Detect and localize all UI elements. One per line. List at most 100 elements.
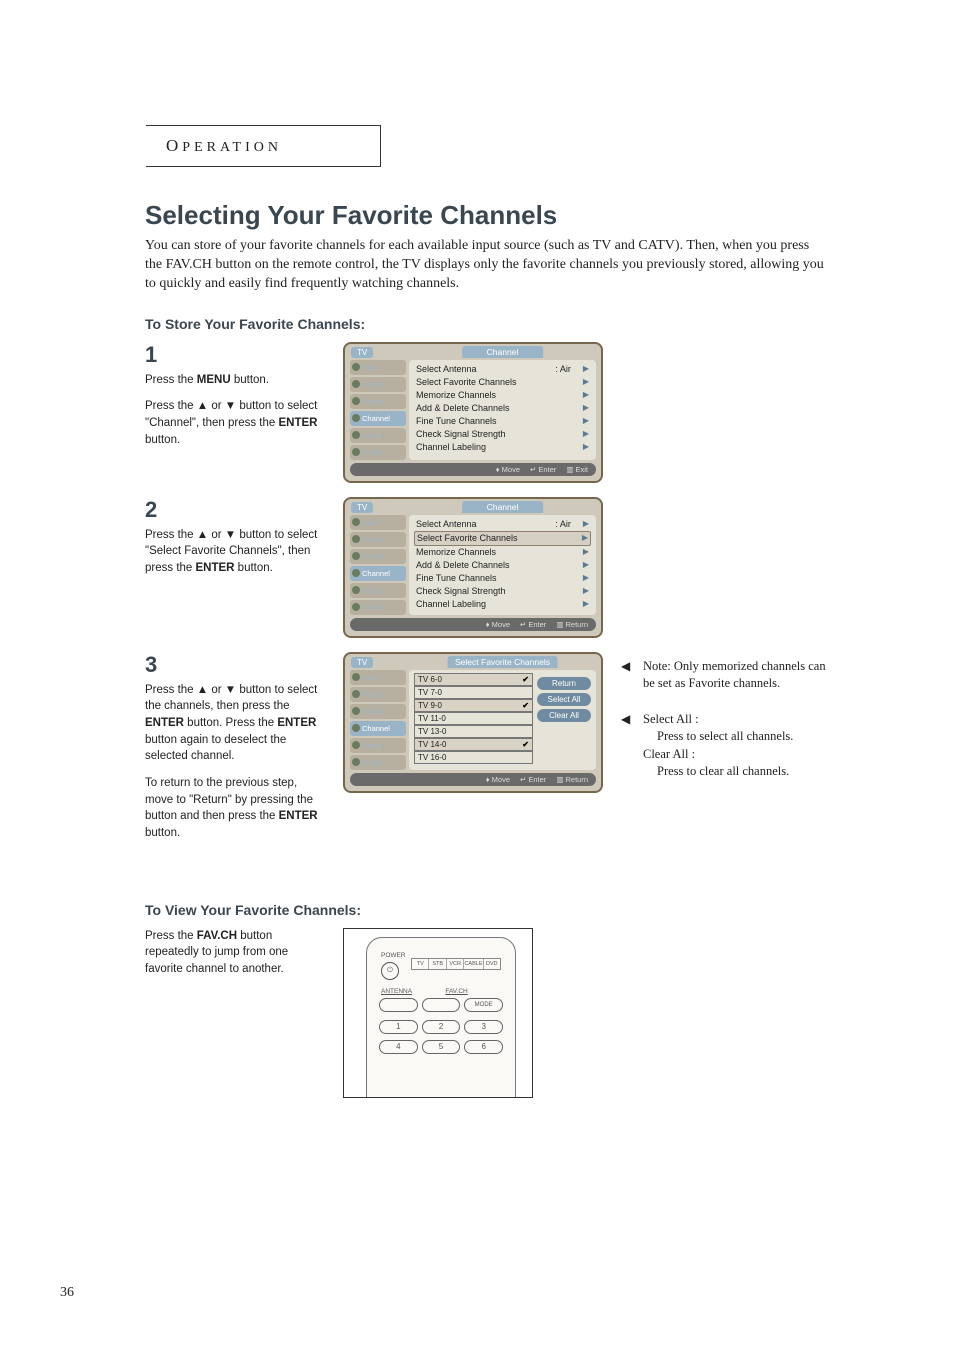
- osd-side-item-sound[interactable]: Sound: [350, 394, 406, 409]
- favorite-list: TV 6-0✔TV 7-0TV 9-0✔TV 11-0 TV 13-0 TV 14-…: [414, 673, 533, 764]
- favorite-channel-item[interactable]: TV 7-0: [414, 686, 533, 699]
- favorite-channel-item[interactable]: TV 11-0: [414, 712, 533, 725]
- osd-menu-item[interactable]: Select Antenna: Air▶: [414, 363, 591, 376]
- check-icon: ✔: [522, 740, 529, 749]
- favorite-channel-item[interactable]: TV 16-0: [414, 751, 533, 764]
- number-2-button[interactable]: 2: [422, 1020, 461, 1034]
- text: Press the: [145, 374, 197, 386]
- mode-button[interactable]: MODE: [464, 998, 503, 1012]
- mode-vcr[interactable]: VCR: [447, 959, 464, 969]
- osd-side-item-channel[interactable]: Channel: [350, 566, 406, 581]
- osd-menu-item[interactable]: Add & Delete Channels▶: [414, 559, 591, 572]
- osd-sidebar: Input Picture Sound Channel Setup Guide: [350, 360, 406, 460]
- osd-side-item-channel[interactable]: Channel: [350, 721, 406, 736]
- favorite-channel-item[interactable]: TV 9-0✔: [414, 699, 533, 712]
- osd-side-item-guide[interactable]: Guide: [350, 445, 406, 460]
- label: Guide: [362, 758, 382, 767]
- label: Channel Labeling: [416, 599, 486, 609]
- select-all-button[interactable]: Select All: [537, 693, 591, 706]
- number-1-button[interactable]: 1: [379, 1020, 418, 1034]
- favorite-buttons: Return Select All Clear All: [537, 673, 591, 764]
- mode-dvd[interactable]: DVD: [484, 959, 500, 969]
- menu-icon: [352, 758, 360, 766]
- number-5-button[interactable]: 5: [422, 1040, 461, 1054]
- osd-menu-item[interactable]: Add & Delete Channels▶: [414, 402, 591, 415]
- label: Select Favorite Channels: [416, 377, 517, 387]
- osd-side-item-input[interactable]: Input: [350, 515, 406, 530]
- check-icon: ✔: [522, 675, 529, 684]
- osd-tv-tab: TV: [351, 657, 373, 668]
- menu-icon: [352, 518, 360, 526]
- mode-cable[interactable]: CABLE: [464, 959, 483, 969]
- chevron-right-icon: ▶: [583, 403, 589, 413]
- osd-side-item-setup[interactable]: Setup: [350, 738, 406, 753]
- osd-side-item-channel[interactable]: Channel: [350, 411, 406, 426]
- chevron-right-icon: ▶: [583, 377, 589, 387]
- osd-tv-tab: TV: [351, 347, 373, 358]
- osd-menu-item[interactable]: Select Antenna: Air▶: [414, 518, 591, 531]
- osd-menu-item[interactable]: Check Signal Strength▶: [414, 428, 591, 441]
- step-3: 3 Press the ▲ or ▼ button to select the …: [145, 652, 884, 842]
- subhead-view: To View Your Favorite Channels:: [145, 902, 884, 918]
- osd-side-item-sound[interactable]: Sound: [350, 704, 406, 719]
- antenna-label: ANTENNA: [381, 988, 412, 995]
- mode-strip: TVSTBVCRCABLEDVD: [411, 958, 501, 970]
- power-button[interactable]: ⏻: [381, 962, 399, 980]
- osd-menu-item[interactable]: Check Signal Strength▶: [414, 585, 591, 598]
- return-button[interactable]: Return: [537, 677, 591, 690]
- text-bold: ENTER: [277, 717, 316, 729]
- pointer-icon: ◀: [621, 711, 635, 781]
- label: Picture: [362, 690, 385, 699]
- antenna-button[interactable]: [379, 998, 418, 1012]
- osd-header: Channel: [462, 501, 544, 513]
- osd-side-item-picture[interactable]: Picture: [350, 532, 406, 547]
- osd-side-item-guide[interactable]: Guide: [350, 755, 406, 770]
- channel-label: TV 13-0: [418, 727, 446, 736]
- label: Guide: [362, 448, 382, 457]
- step-number: 1: [145, 342, 325, 368]
- menu-icon: [352, 414, 360, 422]
- osd-header: Channel: [462, 346, 544, 358]
- osd-menu-item[interactable]: Fine Tune Channels▶: [414, 415, 591, 428]
- footer-move: ♦ Move: [496, 465, 520, 474]
- pointer-icon: ◀: [621, 658, 635, 693]
- osd-menu-item[interactable]: Select Favorite Channels ▶: [414, 376, 591, 389]
- label: Input: [362, 518, 379, 527]
- favch-button[interactable]: [422, 998, 461, 1012]
- osd-side-item-setup[interactable]: Setup: [350, 583, 406, 598]
- number-4-button[interactable]: 4: [379, 1040, 418, 1054]
- osd-menu-item[interactable]: Memorize Channels▶: [414, 546, 591, 559]
- note-body: Press to clear all channels.: [643, 763, 793, 781]
- menu-icon: [352, 431, 360, 439]
- favorite-channel-item[interactable]: TV 14-0✔: [414, 738, 533, 751]
- menu-icon: [352, 586, 360, 594]
- favorite-channel-item[interactable]: TV 6-0✔: [414, 673, 533, 686]
- osd-side-item-setup[interactable]: Setup: [350, 428, 406, 443]
- number-3-button[interactable]: 3: [464, 1020, 503, 1034]
- osd-side-item-picture[interactable]: Picture: [350, 687, 406, 702]
- osd-side-item-guide[interactable]: Guide: [350, 600, 406, 615]
- mode-tv[interactable]: TV: [412, 959, 429, 969]
- osd-menu-item[interactable]: Memorize Channels▶: [414, 389, 591, 402]
- clear-all-button[interactable]: Clear All: [537, 709, 591, 722]
- text: button.: [145, 827, 180, 839]
- label: Channel: [362, 724, 390, 733]
- osd-side-item-sound[interactable]: Sound: [350, 549, 406, 564]
- osd-side-item-picture[interactable]: Picture: [350, 377, 406, 392]
- osd-menu-item[interactable]: Channel Labeling▶: [414, 441, 591, 454]
- osd-side-item-input[interactable]: Input: [350, 670, 406, 685]
- menu-icon: [352, 535, 360, 543]
- osd-main-panel: Channel Select Antenna: Air▶Select Favor…: [409, 515, 596, 615]
- favorite-channel-item[interactable]: TV 13-0: [414, 725, 533, 738]
- text: button.: [145, 434, 180, 446]
- text: Exit: [575, 465, 588, 474]
- number-6-button[interactable]: 6: [464, 1040, 503, 1054]
- osd-side-item-input[interactable]: Input: [350, 360, 406, 375]
- text: Move: [492, 620, 510, 629]
- osd-menu-item[interactable]: Select Favorite Channels▶: [414, 531, 591, 546]
- label: Picture: [362, 535, 385, 544]
- text-bold: MENU: [197, 374, 231, 386]
- osd-menu-item[interactable]: Channel Labeling▶: [414, 598, 591, 611]
- osd-menu-item[interactable]: Fine Tune Channels▶: [414, 572, 591, 585]
- mode-stb[interactable]: STB: [429, 959, 446, 969]
